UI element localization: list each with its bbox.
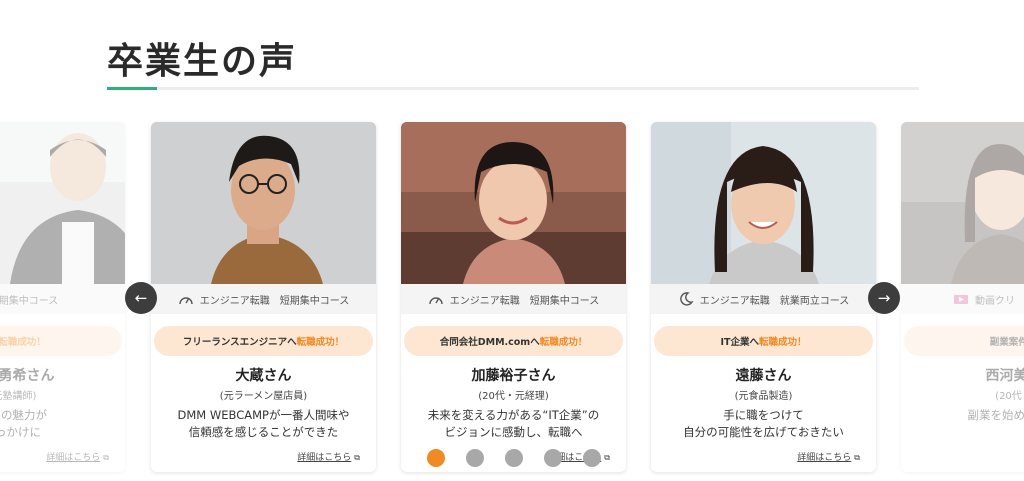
section-title: 卒業生の声	[107, 41, 298, 82]
carousel-next-button[interactable]: →	[868, 282, 900, 314]
graduate-name: 大蔵さん	[235, 368, 292, 384]
testimonial-card[interactable]: エンジニア転職 短期集中コース 合同会社DMM.comへ 転職成功！ 加藤裕子さん…	[401, 122, 626, 472]
testimonial-quote: ーへの魅力が きっかけに	[0, 407, 117, 441]
course-text: エンジニア転職 短期集中コース	[199, 295, 350, 307]
pagination-dot[interactable]	[544, 449, 562, 467]
quote-line: ビジョンに感動し、転職へ	[444, 425, 583, 439]
previous-job: (元ラーメン屋店員)	[219, 391, 308, 402]
testimonial-card[interactable]: エンジニア転職 就業両立コース IT企業へ 転職成功！ 遠藤さん (元食品製造) …	[651, 122, 876, 472]
graduate-name: 廣田勇希さん	[0, 368, 55, 384]
detail-link-label: 詳細はこちら	[297, 453, 352, 463]
result-highlight: 転職成功！	[0, 337, 46, 348]
video-icon	[953, 292, 969, 306]
quote-line: きっかけに	[0, 425, 42, 439]
result-badge: 社へ転職成功！	[0, 326, 122, 356]
carousel-prev-button[interactable]: ←	[125, 282, 157, 314]
external-link-icon: ⧉	[103, 453, 109, 462]
detail-link-label: 詳細はこちら	[46, 453, 101, 463]
result-prefix: IT企業へ	[720, 337, 759, 348]
testimonial-card[interactable]: 動画クリ 副業案件の 西河美由 (20代・ 副業を始めるため	[901, 122, 1024, 472]
pagination-dot[interactable]	[466, 449, 484, 467]
quote-line: 未来を変える力がある“IT企業”の	[427, 408, 600, 422]
testimonial-quote: 副業を始めるため	[909, 407, 1024, 424]
graduate-photo	[151, 122, 376, 284]
graduate-photo	[401, 122, 626, 284]
quote-line: 信頼感を感じることができた	[188, 425, 339, 439]
pagination-dot[interactable]	[427, 449, 445, 467]
result-badge: 副業案件の	[904, 326, 1024, 356]
course-text: 動画クリ	[975, 295, 1015, 307]
course-label: エンジニア転職 短期集中コース	[401, 284, 626, 314]
quote-line: 手に職をつけて	[723, 408, 804, 422]
external-link-icon: ⧉	[854, 453, 860, 462]
previous-job: (20代・	[995, 391, 1024, 402]
quote-line: ーへの魅力が	[0, 408, 47, 422]
course-label: 動画クリ	[901, 284, 1024, 314]
course-label: エンジニア転職 就業両立コース	[651, 284, 876, 314]
result-badge: IT企業へ 転職成功！	[654, 326, 873, 356]
course-text: エンジニア転職 就業両立コース	[699, 295, 850, 307]
result-highlight: 転職成功！	[759, 337, 807, 348]
title-divider-accent	[107, 87, 157, 90]
arrow-right-icon: →	[877, 289, 891, 307]
testimonial-card[interactable]: エンジニア転職 短期集中コース フリーランスエンジニアへ 転職成功！ 大蔵さん (…	[151, 122, 376, 472]
detail-link[interactable]: 詳細はこちら ⧉	[297, 450, 360, 463]
graduate-photo	[651, 122, 876, 284]
previous-job: (元塾講師)	[0, 391, 37, 402]
quote-line: 自分の可能性を広げておきたい	[683, 425, 844, 439]
course-label: 短期集中コース	[0, 284, 125, 314]
graduate-photo	[901, 122, 1024, 284]
arrow-left-icon: ←	[134, 289, 148, 307]
external-link-icon: ⧉	[604, 453, 610, 462]
course-text: エンジニア転職 短期集中コース	[449, 295, 600, 307]
graduate-name: 遠藤さん	[735, 368, 792, 384]
testimonial-carousel[interactable]: 短期集中コース 社へ転職成功！ 廣田勇希さん (元塾講師) ーへの魅力が きっか…	[0, 122, 1024, 474]
speedometer-icon	[428, 292, 444, 306]
testimonial-quote: DMM WEBCAMPが一番人間味や 信頼感を感じることができた	[159, 407, 368, 441]
result-highlight: 転職成功！	[296, 337, 345, 348]
detail-link-label: 詳細はこちら	[797, 453, 852, 463]
detail-link[interactable]: 詳細はこちら ⧉	[797, 450, 860, 463]
graduate-photo	[0, 122, 125, 284]
course-text: 短期集中コース	[0, 295, 59, 307]
result-highlight: 転職成功！	[539, 337, 588, 348]
graduate-name: 西河美由	[985, 368, 1024, 384]
course-label: エンジニア転職 短期集中コース	[151, 284, 376, 314]
quote-line: 副業を始めるため	[967, 408, 1024, 422]
title-divider	[107, 87, 919, 90]
previous-job: (元食品製造)	[734, 391, 793, 402]
graduate-name: 加藤裕子さん	[471, 368, 556, 384]
result-badge: フリーランスエンジニアへ 転職成功！	[154, 326, 373, 356]
result-prefix: 合同会社DMM.comへ	[439, 337, 540, 348]
speedometer-icon	[178, 292, 194, 306]
external-link-icon: ⧉	[354, 453, 360, 462]
result-prefix: 副業案件の	[989, 337, 1024, 348]
previous-job: (20代・元経理)	[478, 391, 549, 402]
testimonial-card[interactable]: 短期集中コース 社へ転職成功！ 廣田勇希さん (元塾講師) ーへの魅力が きっか…	[0, 122, 125, 472]
quote-line: DMM WEBCAMPが一番人間味や	[177, 408, 350, 422]
result-prefix: フリーランスエンジニアへ	[182, 337, 297, 348]
pagination-dot[interactable]	[505, 449, 523, 467]
result-badge: 合同会社DMM.comへ 転職成功！	[404, 326, 623, 356]
detail-link[interactable]: 詳細はこちら ⧉	[46, 450, 109, 463]
carousel-pagination	[427, 449, 601, 467]
pagination-dot[interactable]	[583, 449, 601, 467]
testimonial-quote: 手に職をつけて 自分の可能性を広げておきたい	[659, 407, 868, 441]
moon-icon	[678, 292, 694, 306]
testimonial-quote: 未来を変える力がある“IT企業”の ビジョンに感動し、転職へ	[409, 407, 618, 441]
